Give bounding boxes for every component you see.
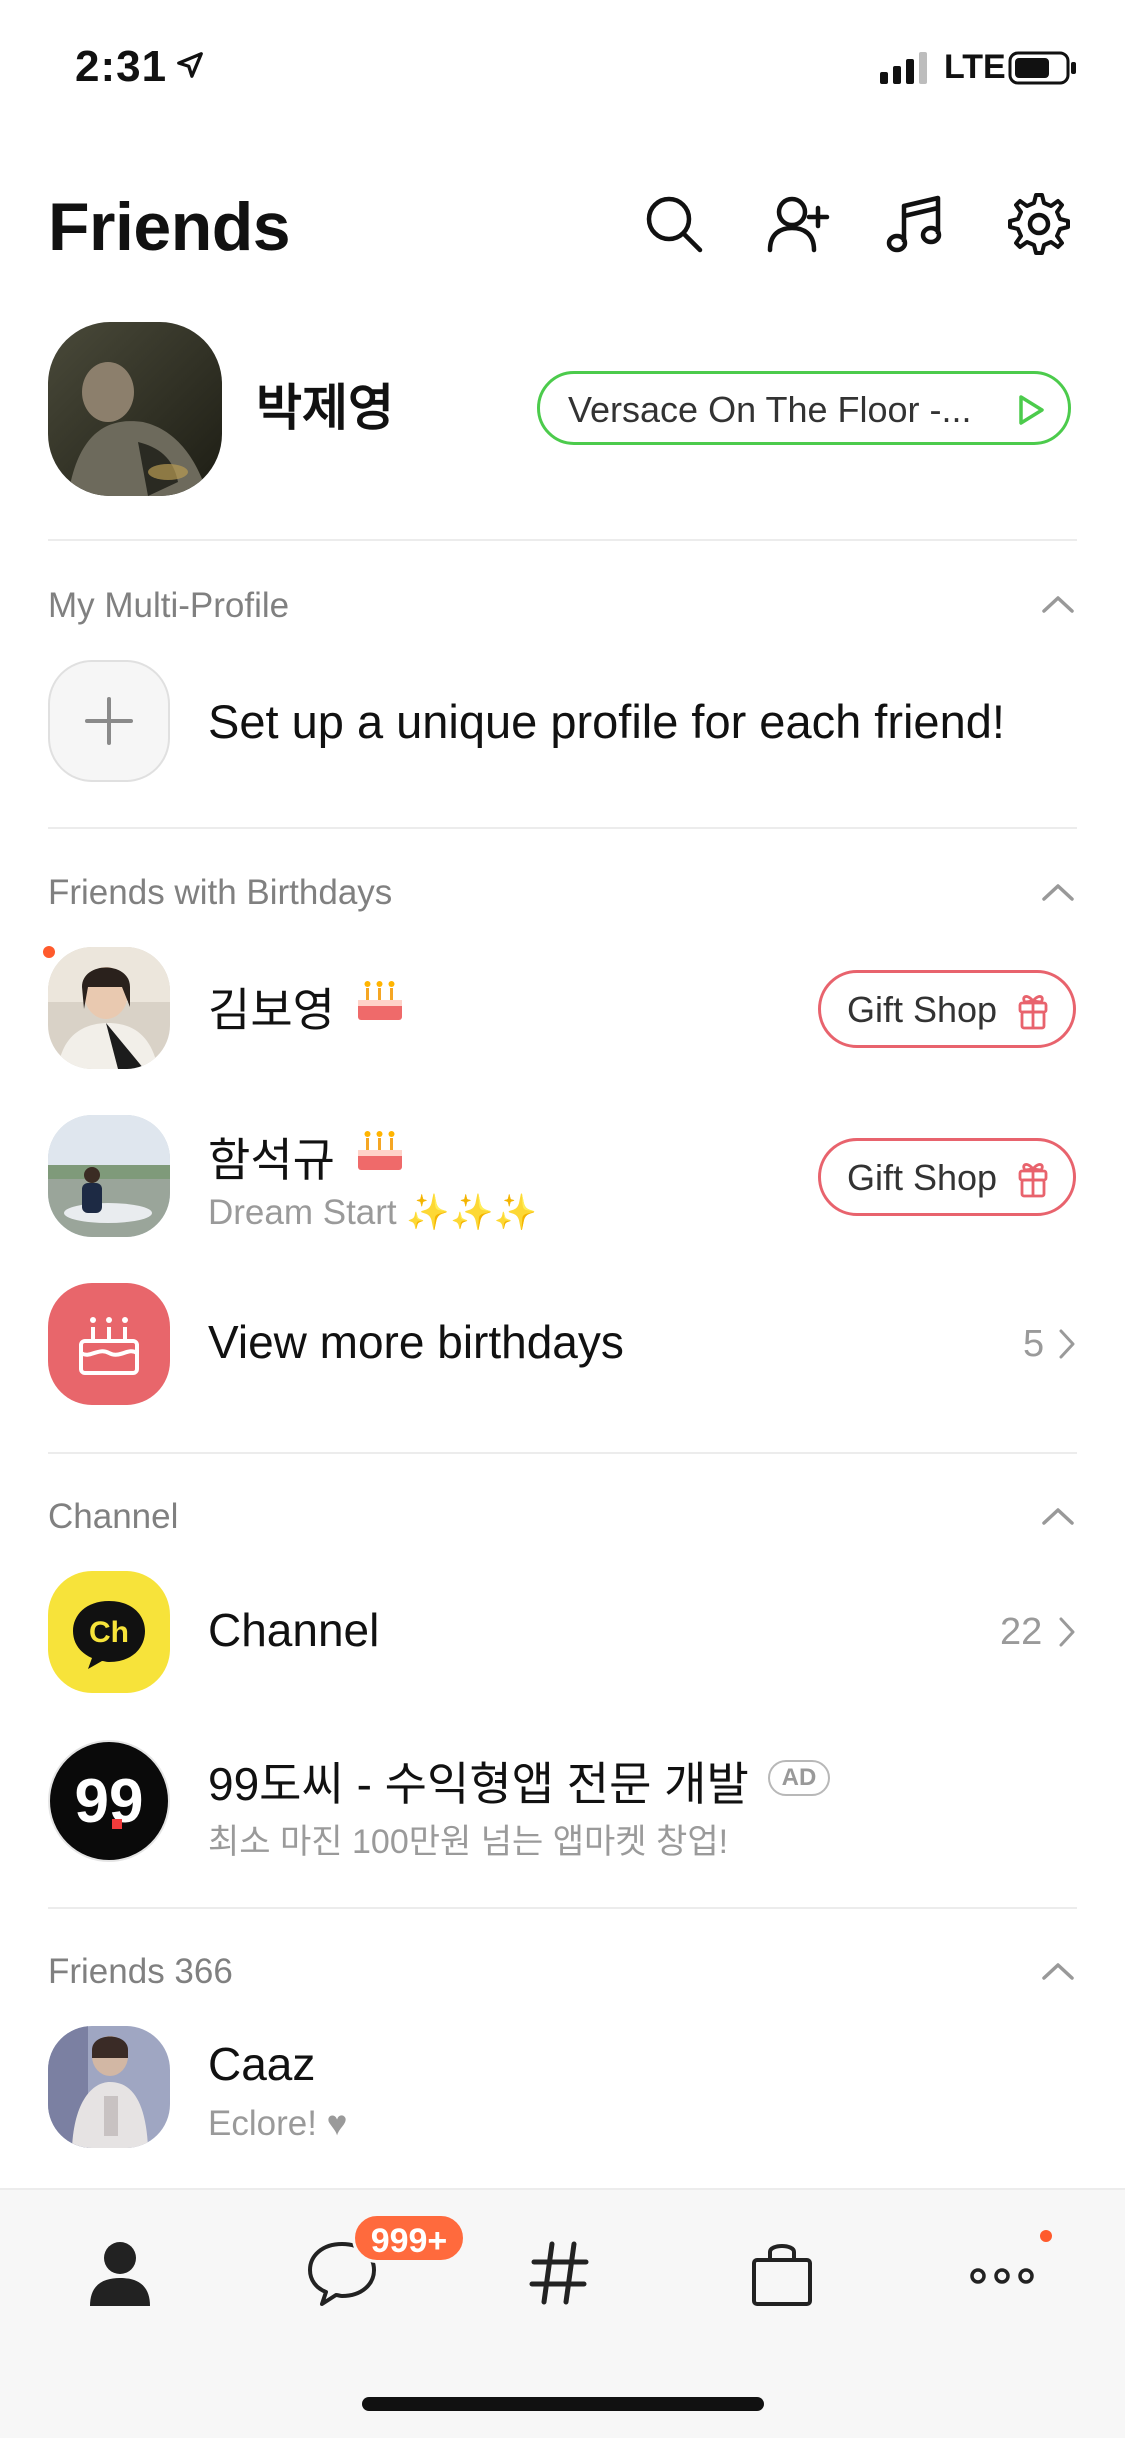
plus-icon: [85, 697, 133, 745]
new-indicator-dot: [43, 946, 55, 958]
birthday-cake-icon: [79, 1317, 139, 1375]
birthday-friend-name[interactable]: 함석규: [208, 1124, 335, 1190]
chat-unread-badge: 999+: [352, 2213, 466, 2263]
profile-music-button[interactable]: Versace On The Floor -...: [537, 371, 1071, 445]
kakao-channel-icon: Ch: [73, 1601, 145, 1669]
collapse-chevron-icon[interactable]: [1040, 1504, 1076, 1528]
tab-more[interactable]: [962, 2232, 1042, 2312]
profile-photo-icon: [48, 2026, 170, 2148]
my-profile-name[interactable]: 박제영: [256, 368, 394, 440]
profile-photo-icon: [48, 947, 170, 1069]
channel-item-label[interactable]: Channel: [208, 1603, 379, 1657]
gift-shop-button[interactable]: Gift Shop: [818, 970, 1076, 1048]
page-title: Friends: [48, 189, 291, 265]
birthday-cake-icon: [358, 981, 402, 1020]
friends-section-title: Friends 366: [48, 1952, 233, 1991]
settings-gear-icon[interactable]: [1005, 190, 1073, 258]
chevron-right-icon[interactable]: [1057, 1327, 1077, 1361]
ad-description: 최소 마진 100만원 넘는 앱마켓 창업!: [208, 1823, 729, 1861]
hashtag-icon: [529, 2241, 589, 2305]
section-divider: [48, 827, 1077, 829]
channel-section-title: Channel: [48, 1497, 179, 1536]
my-profile-avatar[interactable]: [48, 322, 222, 496]
network-type: LTE: [944, 48, 1006, 86]
ad-title[interactable]: 99도씨 - 수익형앱 전문 개발: [208, 1748, 749, 1814]
signal-icon: [880, 52, 927, 84]
collapse-chevron-icon[interactable]: [1040, 592, 1076, 616]
channel-icon-tile[interactable]: Ch: [48, 1571, 170, 1693]
status-bar: 2:31 LTE: [0, 0, 1125, 140]
gift-shop-label: Gift Shop: [847, 989, 998, 1030]
birthdays-more-count: 5: [1023, 1323, 1045, 1365]
channel-count: 22: [1000, 1611, 1043, 1653]
svg-text:Ch: Ch: [89, 1616, 129, 1649]
search-icon[interactable]: [640, 190, 708, 258]
profile-photo-icon: [48, 1115, 170, 1237]
collapse-chevron-icon[interactable]: [1040, 1959, 1076, 1983]
ad-logo-text: 99: [75, 1767, 144, 1836]
gift-shop-label: Gift Shop: [847, 1157, 998, 1198]
shopping-bag-icon: [752, 2244, 812, 2306]
more-dots-icon: [970, 2268, 1034, 2284]
chevron-right-icon[interactable]: [1057, 1615, 1077, 1649]
section-divider: [48, 1452, 1077, 1454]
battery-icon: [1008, 51, 1076, 85]
gift-box-icon: [1018, 995, 1048, 1030]
birthday-friend-avatar[interactable]: [48, 1115, 170, 1237]
status-time: 2:31: [75, 42, 168, 91]
tab-shopping[interactable]: [742, 2232, 822, 2312]
person-icon: [90, 2242, 150, 2306]
multi-profile-prompt[interactable]: Set up a unique profile for each friend!: [208, 694, 1005, 749]
location-arrow-icon: [177, 52, 203, 78]
friend-avatar[interactable]: [48, 2026, 170, 2148]
birthday-friend-status: Dream Start ✨✨✨: [208, 1193, 538, 1232]
section-divider: [48, 1907, 1077, 1909]
tab-friends[interactable]: [80, 2232, 160, 2312]
view-more-birthdays-label[interactable]: View more birthdays: [208, 1315, 624, 1369]
friend-name[interactable]: Caaz: [208, 2037, 315, 2091]
add-friend-icon[interactable]: [764, 190, 832, 258]
profile-music-title: Versace On The Floor -...: [568, 389, 972, 430]
collapse-chevron-icon[interactable]: [1040, 880, 1076, 904]
multi-profile-section-title: My Multi-Profile: [48, 586, 290, 625]
birthdays-section-title: Friends with Birthdays: [48, 873, 393, 912]
view-more-birthdays-icon-tile[interactable]: [48, 1283, 170, 1405]
birthday-friend-avatar[interactable]: [48, 947, 170, 1069]
gift-box-icon: [1018, 1163, 1048, 1198]
birthday-cake-icon: [358, 1131, 402, 1170]
play-icon: [1019, 395, 1044, 425]
birthday-friend-name[interactable]: 김보영: [208, 974, 335, 1040]
ad-logo[interactable]: 99: [48, 1740, 170, 1862]
home-indicator[interactable]: [362, 2397, 764, 2411]
ad-logo-icon: 99: [53, 1745, 165, 1857]
tab-view[interactable]: [520, 2232, 600, 2312]
more-new-dot: [1040, 2230, 1052, 2242]
ad-badge: AD: [768, 1760, 830, 1796]
add-multi-profile-button[interactable]: [48, 660, 170, 782]
gift-shop-button[interactable]: Gift Shop: [818, 1138, 1076, 1216]
friend-status: Eclore! ♥: [208, 2104, 348, 2143]
music-note-icon[interactable]: [882, 190, 950, 258]
profile-photo-icon: [48, 322, 222, 496]
section-divider: [48, 539, 1077, 541]
